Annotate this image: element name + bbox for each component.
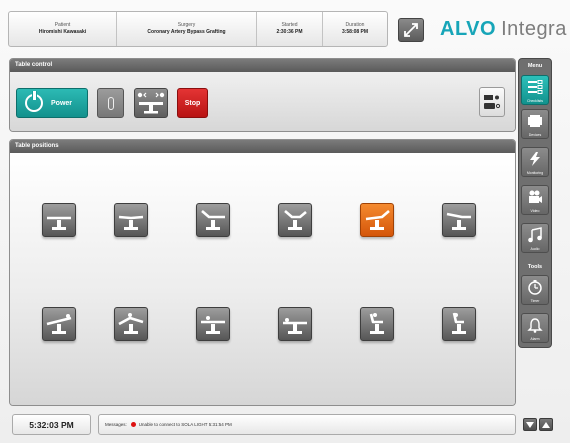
power-button[interactable]: Power <box>16 88 88 118</box>
app-logo: ALVO Integra <box>440 15 567 43</box>
message-scroll-down-button[interactable] <box>523 418 537 431</box>
table-control-panel: Table control Power Stop <box>9 58 516 132</box>
table-positions-grid <box>10 153 515 405</box>
music-note-icon <box>527 227 543 243</box>
table-position-button[interactable] <box>42 203 76 237</box>
started-cell: Started 2:30:36 PM <box>257 12 323 46</box>
sidebar-item-label: Audio <box>530 247 540 251</box>
leg-lowered-table-icon <box>446 212 471 230</box>
lateral-tilt-table-icon <box>365 210 390 230</box>
checklist-icon <box>527 79 543 95</box>
header: Patient Hiromishi Kawasaki Surgery Coron… <box>8 8 566 50</box>
trendelenburg-table-icon <box>118 215 144 230</box>
table-position-button[interactable] <box>196 307 230 341</box>
sidebar-item-label: Alarm <box>530 337 540 341</box>
level-table-icon <box>137 92 165 114</box>
duration-value: 3:58:08 PM <box>341 29 369 35</box>
surgery-label: Surgery <box>177 22 196 28</box>
table-position-button[interactable] <box>278 307 312 341</box>
remote-control-icon <box>484 95 501 109</box>
table-position-button[interactable] <box>196 203 230 237</box>
collapse-button[interactable] <box>398 18 424 42</box>
sidebar-item-label: Timer <box>530 299 540 303</box>
table-control-body: Power Stop <box>10 72 515 131</box>
remote-control-button[interactable] <box>479 87 505 117</box>
message-scroll-up-button[interactable] <box>539 418 553 431</box>
logo-product: Integra <box>501 17 567 40</box>
beach-chair-table-icon <box>284 210 307 230</box>
surgery-cell: Surgery Coronary Artery Bypass Grafting <box>117 12 257 46</box>
message-text: Unable to connect to SOLA LIGHT 5:31:54 … <box>138 422 232 427</box>
duration-cell: Duration 3:58:08 PM <box>323 12 387 46</box>
messages-label: Messages: <box>105 422 127 427</box>
stop-button[interactable]: Stop <box>177 88 208 118</box>
timer-icon <box>527 279 543 295</box>
table-position-button[interactable] <box>360 307 394 341</box>
table-position-button[interactable] <box>278 203 312 237</box>
sidebar-item-monitoring[interactable]: Monitoring <box>521 147 549 177</box>
patient-cell: Patient Hiromishi Kawasaki <box>9 12 117 46</box>
sidebar-item-label: Video <box>530 209 540 213</box>
table-position-button[interactable] <box>442 307 476 341</box>
started-value: 2:30:36 PM <box>276 29 303 35</box>
back-raised-table-icon <box>201 210 225 230</box>
power-label: Power <box>51 99 73 107</box>
bell-icon <box>527 317 543 333</box>
flat-table-icon <box>47 216 71 230</box>
patient-prone-table-icon <box>201 316 225 334</box>
table-control-title: Table control <box>10 59 515 72</box>
tools-title: Tools <box>527 264 543 270</box>
level-button[interactable] <box>134 88 168 118</box>
table-position-button[interactable] <box>442 203 476 237</box>
table-position-button[interactable] <box>42 307 76 341</box>
started-label: Started <box>281 22 298 28</box>
chevron-up-icon <box>542 421 550 428</box>
table-positions-panel: Table positions <box>9 139 516 406</box>
patient-supine-table-icon <box>283 318 307 334</box>
sidebar-item-alarm[interactable]: Alarm <box>521 313 549 343</box>
duration-label: Duration <box>345 22 365 28</box>
table-position-button[interactable] <box>360 203 394 237</box>
patient-upright-table-icon <box>452 312 466 334</box>
table-position-button[interactable] <box>114 307 148 341</box>
sidebar-item-devices[interactable]: Devices <box>521 109 549 139</box>
clock: 5:32:03 PM <box>12 414 91 435</box>
sidebar-item-label: Devices <box>528 133 542 137</box>
patient-info-bar: Patient Hiromishi Kawasaki Surgery Coron… <box>8 11 388 47</box>
patient-value: Hiromishi Kawasaki <box>38 29 87 35</box>
error-icon <box>130 422 136 427</box>
table-positions-title: Table positions <box>10 140 515 153</box>
sidebar-item-label: Monitoring <box>526 171 544 175</box>
lightning-icon <box>527 151 543 167</box>
chevron-down-icon <box>526 421 534 428</box>
patient-label: Patient <box>54 22 71 28</box>
message-bar: Messages: Unable to connect to SOLA LIGH… <box>98 414 516 435</box>
sidebar-item-timer[interactable]: Timer <box>521 275 549 305</box>
power-icon <box>25 91 43 112</box>
sidebar-item-checklists[interactable]: Checklists <box>521 75 549 105</box>
zero-position-icon <box>107 96 114 110</box>
sidebar-item-audio[interactable]: Audio <box>521 223 549 253</box>
neutral-button[interactable] <box>97 88 124 118</box>
patient-seated-table-icon <box>369 313 384 334</box>
reverse-tilt-table-icon <box>46 314 72 334</box>
sidebar-item-video[interactable]: Video <box>521 185 549 215</box>
video-camera-icon <box>527 189 543 205</box>
sidebar-item-label: Checklists <box>527 99 543 103</box>
app-window: Patient Hiromishi Kawasaki Surgery Coron… <box>0 0 570 443</box>
table-position-button[interactable] <box>114 203 148 237</box>
collapse-icon <box>404 23 418 37</box>
flex-table-icon <box>118 313 144 334</box>
device-icon <box>527 113 543 129</box>
logo-brand: ALVO <box>440 17 497 40</box>
sidebar: Menu Checklists Devices Monitoring Video Aud… <box>518 58 552 348</box>
surgery-value: Coronary Artery Bypass Grafting <box>147 29 226 35</box>
menu-title: Menu <box>527 63 543 69</box>
